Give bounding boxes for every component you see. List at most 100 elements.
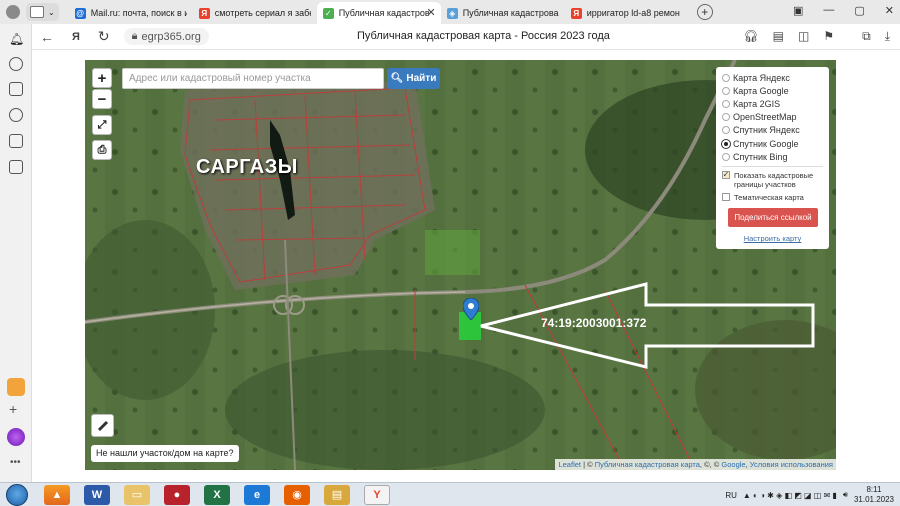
extensions-icon[interactable]: ⧉ — [862, 29, 871, 44]
tray-icons[interactable]: ▲ ◐ ◑ ✱ ◈ ◧ ◩ ◪ ◫ ✉ ▮ — [743, 491, 837, 500]
basemap-option-label: Карта Google — [733, 85, 789, 96]
alice-assistant-icon[interactable] — [7, 428, 25, 446]
panel-divider — [722, 166, 823, 168]
zoom-in-button[interactable]: + — [92, 68, 112, 88]
downloads-icon[interactable] — [9, 160, 23, 174]
page-title: Публичная кадастровая карта - Россия 202… — [357, 30, 610, 42]
checkbox[interactable]: ✓ — [722, 171, 730, 180]
basemap-option[interactable]: Спутник Bing — [722, 150, 823, 163]
browser-sidebar: 🔔︎ + ••• — [0, 24, 32, 482]
radio-button[interactable] — [722, 126, 730, 135]
clock[interactable]: 8:11 31.01.2023 — [854, 485, 894, 505]
clock-icon[interactable] — [9, 57, 23, 71]
map-marker-icon[interactable] — [463, 298, 479, 320]
attribution-copyright: , ©, © — [699, 460, 722, 469]
url-field[interactable]: 🔒︎ egrp365.org — [123, 28, 209, 45]
pkk-link[interactable]: Публичная кадастровая карта — [595, 460, 700, 469]
yandex-icon: Я — [198, 7, 210, 19]
radio-button[interactable] — [722, 152, 730, 161]
fullscreen-icon[interactable]: ⤢ — [92, 115, 112, 135]
minimize-icon[interactable]: — — [823, 4, 834, 17]
basemap-option[interactable]: Спутник Google — [722, 137, 823, 150]
basemap-option[interactable]: OpenStreetMap — [722, 111, 823, 124]
protect-icon[interactable]: ◫ — [798, 29, 809, 44]
collections-icon[interactable] — [9, 82, 23, 96]
basemap-option[interactable]: Карта Яндекс — [722, 71, 823, 84]
profile-avatar[interactable] — [6, 5, 20, 19]
close-icon[interactable]: ✕ — [885, 4, 894, 17]
basemap-option[interactable]: Карта 2GIS — [722, 97, 823, 110]
mail-app-icon[interactable] — [7, 378, 25, 396]
notes-icon[interactable] — [9, 134, 23, 148]
search-input[interactable]: Адрес или кадастровый номер участка — [122, 68, 384, 89]
layers-panel: Карта Яндекс Карта Google Карта 2GIS OpenSt… — [716, 67, 829, 249]
checkbox[interactable] — [722, 193, 730, 202]
bookmark-icon[interactable]: ▣ — [793, 4, 803, 17]
satellite-map[interactable]: САРГАЗЫ 74:19:2003001:372 + − ⤢ ⎙ Адрес … — [85, 60, 836, 470]
yandex-browser-icon[interactable]: Y — [364, 484, 390, 505]
volume-icon[interactable]: 🔊︎ — [843, 490, 848, 500]
overlay-option-label: Показать кадастровые границы участков — [734, 171, 814, 190]
radio-button[interactable] — [722, 113, 730, 122]
tab-group-icon — [30, 6, 44, 18]
explorer-icon[interactable]: ▭ — [124, 484, 150, 505]
browser-tab[interactable]: @ Mail.ru: почта, поиск в и — [69, 2, 193, 24]
overlay-option[interactable]: Тематическая карта — [722, 193, 823, 202]
reload-icon[interactable]: ↻ — [98, 28, 110, 45]
find-button[interactable]: 🔍︎ Найти — [387, 68, 440, 89]
page-content: САРГАЗЫ 74:19:2003001:372 + − ⤢ ⎙ Адрес … — [32, 50, 900, 482]
basemap-option[interactable]: Карта Google — [722, 84, 823, 97]
browser-tab[interactable]: Яирригатор ld-a8 ремон — [565, 2, 689, 24]
basemap-option-label: Карта Яндекс — [733, 72, 790, 83]
new-tab-button[interactable]: + — [696, 4, 713, 20]
word-icon[interactable]: W — [84, 484, 110, 505]
radio-button[interactable] — [722, 99, 730, 108]
excel-icon[interactable]: X — [204, 484, 230, 505]
windows-taskbar: ▲ W ▭ ● X e ◉ ▤ Y RU ▲ ◐ ◑ ✱ ◈ ◧ ◩ ◪ ◫ ✉… — [0, 482, 900, 506]
terms-link[interactable]: Условия использования — [750, 460, 833, 469]
share-link-button[interactable]: Поделиться ссылкой — [728, 208, 818, 228]
maximize-icon[interactable]: ▢ — [854, 4, 864, 17]
basemap-option-label: Спутник Google — [733, 138, 799, 149]
add-panel-icon[interactable]: + — [9, 401, 17, 417]
zoom-out-button[interactable]: − — [92, 89, 112, 109]
yandex-logo-icon[interactable]: Я — [72, 31, 80, 43]
tab-title: смотреть сериал я забе — [214, 8, 311, 18]
basemap-option[interactable]: Спутник Яндекс — [722, 124, 823, 137]
radio-button[interactable] — [722, 73, 730, 82]
language-indicator[interactable]: RU — [725, 491, 737, 500]
radio-button[interactable] — [722, 86, 730, 95]
reader-icon[interactable]: ▤ — [773, 29, 784, 44]
firefox-icon[interactable]: ◉ — [284, 484, 310, 505]
ie-icon[interactable]: e — [244, 484, 270, 505]
map-icon: ◈ — [446, 7, 458, 19]
headphones-icon[interactable]: 🎧︎ — [743, 29, 758, 44]
back-icon[interactable]: ← — [40, 29, 54, 45]
tab-group-switcher[interactable]: ⌄ — [26, 3, 59, 21]
configure-map-link[interactable]: Настроить карту — [722, 234, 823, 243]
print-icon[interactable]: ⎙ — [92, 140, 112, 160]
play-icon[interactable] — [9, 108, 23, 122]
archive-icon[interactable]: ▤ — [324, 484, 350, 505]
start-button[interactable] — [6, 483, 28, 506]
more-icon[interactable]: ••• — [10, 457, 21, 468]
address-bar: ← Я ↻ 🔒︎ egrp365.org Публичная кадастров… — [32, 24, 900, 50]
leaflet-link[interactable]: Leaflet — [558, 460, 581, 469]
browser-tab[interactable]: Ясмотреть сериал я забе — [193, 2, 317, 24]
not-found-button[interactable]: Не нашли участок/дом на карте? — [91, 445, 239, 462]
check-icon: ✓ — [322, 7, 334, 19]
recorder-icon[interactable]: ● — [164, 484, 190, 505]
radio-button[interactable] — [722, 139, 730, 148]
tab-close-icon[interactable]: ✕ — [426, 6, 435, 19]
google-link[interactable]: Google — [721, 460, 745, 469]
bell-icon[interactable]: 🔔︎ — [9, 32, 24, 46]
place-label: САРГАЗЫ — [196, 156, 298, 178]
browser-tab[interactable]: ◈ Публичная кадастрова — [441, 2, 565, 24]
overlay-option[interactable]: ✓ Показать кадастровые границы участков — [722, 171, 823, 189]
bookmark-add-icon[interactable]: ⚑ — [823, 29, 834, 44]
yandex-icon: Я — [570, 7, 582, 19]
download-icon[interactable]: ⤓ — [885, 29, 890, 44]
ruler-icon[interactable] — [91, 414, 114, 437]
browser-tab[interactable]: ✓ Публичная кадастров ✕ — [316, 2, 441, 24]
vlc-icon[interactable]: ▲ — [44, 484, 70, 505]
